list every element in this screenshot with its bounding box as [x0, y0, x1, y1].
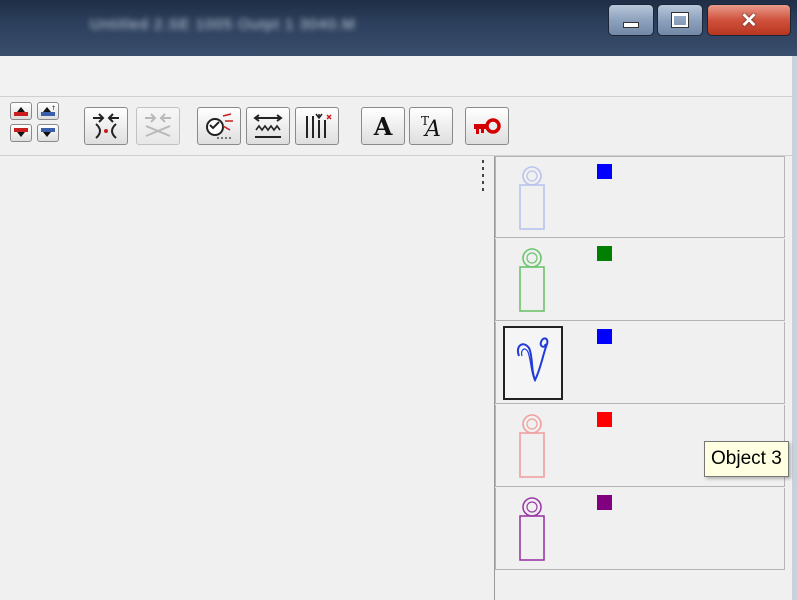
move-up-icon — [14, 107, 28, 116]
object-color-swatch — [597, 412, 612, 427]
move-to-top-button[interactable]: ↑ — [37, 102, 59, 120]
lock-key-icon — [474, 118, 501, 134]
text-button[interactable]: A — [361, 107, 405, 145]
tag-outline-icon — [519, 248, 545, 312]
maximize-button[interactable] — [657, 4, 703, 36]
object-row[interactable] — [495, 488, 785, 570]
object-row[interactable] — [495, 322, 785, 404]
object-color-swatch — [597, 164, 612, 179]
move-down-icon — [14, 128, 28, 137]
svg-text:↑: ↑ — [51, 105, 56, 112]
main-window: ↑ A T A — [0, 56, 797, 600]
toolbar: ↑ A T A — [0, 97, 792, 156]
magic-wand-icon — [206, 113, 233, 139]
maximize-icon — [671, 12, 689, 28]
move-to-bottom-button[interactable] — [37, 124, 59, 142]
design-canvas[interactable] — [0, 156, 478, 600]
object-color-swatch — [597, 495, 612, 510]
minimize-icon — [623, 22, 639, 28]
objects-panel — [494, 156, 793, 600]
stitch-columns-icon — [306, 113, 332, 138]
text-icon: A — [373, 112, 393, 140]
tag-outline-icon — [519, 166, 545, 230]
object-color-swatch — [597, 329, 612, 344]
tag-outline-icon — [519, 497, 545, 561]
magic-wand-button[interactable] — [197, 107, 241, 145]
move-down-button[interactable] — [10, 124, 32, 142]
join-objects-icon — [93, 113, 119, 139]
move-up-button[interactable] — [10, 102, 32, 120]
object-row[interactable] — [495, 239, 785, 321]
text-edit-button[interactable]: T A — [409, 107, 453, 145]
svg-text:A: A — [423, 117, 441, 140]
object-thumbnail[interactable] — [501, 161, 563, 235]
lock-button[interactable] — [465, 107, 509, 145]
object-thumbnail[interactable] — [501, 243, 563, 317]
stitch-width-icon — [253, 114, 283, 138]
menu-bar — [0, 56, 792, 97]
minimize-button[interactable] — [608, 4, 654, 36]
close-button[interactable]: ✕ — [707, 4, 791, 36]
split-objects-icon — [145, 113, 171, 137]
title-bar: Untitled 2.SE 1005 Outpt 1 3040.M ✕ — [0, 0, 797, 56]
object-thumbnail[interactable] — [501, 492, 563, 566]
svg-text:A: A — [373, 112, 393, 140]
object-tooltip: Object 3 — [704, 441, 789, 477]
move-to-bottom-icon — [41, 128, 55, 137]
join-objects-button[interactable] — [84, 107, 128, 145]
object-color-swatch — [597, 246, 612, 261]
split-objects-button[interactable] — [136, 107, 180, 145]
script-v-icon — [517, 337, 549, 383]
tag-outline-icon — [519, 414, 545, 478]
window-title: Untitled 2.SE 1005 Outpt 1 3040.M — [90, 16, 356, 33]
object-thumbnail[interactable] — [503, 326, 563, 400]
splitter-grip — [482, 160, 484, 194]
move-to-top-icon: ↑ — [41, 105, 56, 116]
stitch-columns-button[interactable] — [295, 107, 339, 145]
close-icon: ✕ — [740, 9, 758, 32]
stitch-width-button[interactable] — [246, 107, 290, 145]
text-edit-icon: T A — [421, 114, 441, 140]
panel-splitter[interactable] — [478, 156, 494, 600]
object-row[interactable] — [495, 156, 785, 238]
object-thumbnail[interactable] — [501, 409, 563, 483]
